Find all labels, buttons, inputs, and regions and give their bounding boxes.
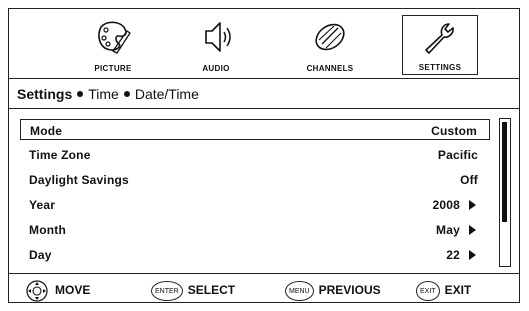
bullet-icon [77, 91, 84, 98]
setting-value: 22 [446, 248, 460, 262]
settings-list: Mode Custom Time Zone Pacific Daylight S… [20, 117, 490, 268]
arrow-right-icon[interactable] [469, 225, 476, 235]
dpad-icon [26, 280, 48, 302]
breadcrumb-item-date-time: Date/Time [134, 86, 199, 102]
breadcrumb: Settings Time Date/Time [17, 84, 199, 104]
setting-label: Daylight Savings [29, 173, 129, 187]
hint-select-label: SELECT [187, 283, 236, 297]
setting-label: Month [29, 223, 66, 237]
arrow-right-icon[interactable] [469, 250, 476, 260]
tab-channels[interactable]: CHANNELS [292, 15, 368, 75]
satellite-dish-icon [315, 23, 345, 51]
hint-move-label: MOVE [55, 283, 91, 297]
arrow-right-icon[interactable] [469, 200, 476, 210]
breadcrumb-item-time: Time [88, 86, 119, 102]
hint-previous-label: PREVIOUS [318, 283, 381, 297]
wrench-icon [425, 23, 454, 54]
hint-exit: EXIT EXIT [416, 279, 471, 301]
tab-audio[interactable]: AUDIO [178, 15, 254, 75]
exit-key-icon: EXIT [416, 280, 440, 301]
setting-row-time-zone[interactable]: Time Zone Pacific [20, 144, 490, 165]
menu-key-icon: MENU [285, 280, 314, 301]
top-menu: PICTURE AUDIO CHANNELS SETTINGS [9, 9, 519, 79]
setting-label: Mode [30, 124, 63, 138]
setting-value: Off [460, 173, 478, 187]
setting-row-day[interactable]: Day 22 [20, 244, 490, 265]
scrollbar[interactable] [499, 118, 511, 267]
enter-key-icon: ENTER [151, 280, 183, 301]
hint-exit-label: EXIT [444, 283, 472, 297]
setting-row-mode[interactable]: Mode Custom [20, 119, 490, 140]
divider [9, 108, 519, 109]
setting-value: May [436, 223, 460, 237]
setting-label: Day [29, 248, 52, 262]
setting-label: Year [29, 198, 56, 212]
hint-move: MOVE [25, 279, 91, 302]
bullet-icon [123, 91, 130, 98]
hint-previous: MENU PREVIOUS [285, 279, 381, 301]
palette-icon [98, 21, 131, 54]
setting-row-month[interactable]: Month May [20, 219, 490, 240]
setting-value: 2008 [432, 198, 460, 212]
hint-select: ENTER SELECT [151, 279, 235, 301]
setting-row-daylight-savings[interactable]: Daylight Savings Off [20, 169, 490, 190]
tab-settings[interactable]: SETTINGS [402, 15, 478, 75]
breadcrumb-root: Settings [17, 86, 73, 102]
setting-label: Time Zone [29, 148, 91, 162]
tab-picture[interactable]: PICTURE [75, 15, 151, 75]
setting-row-year[interactable]: Year 2008 [20, 194, 490, 215]
settings-menu-window: PICTURE AUDIO CHANNELS SETTINGS Settings… [8, 8, 520, 303]
setting-value: Pacific [437, 148, 478, 162]
footer-hints: MOVE ENTER SELECT MENU PREVIOUS EXIT EXIT [9, 275, 519, 303]
scrollbar-thumb[interactable] [502, 122, 507, 222]
speaker-icon [205, 22, 231, 52]
divider [9, 273, 519, 274]
setting-value: Custom [431, 124, 477, 138]
